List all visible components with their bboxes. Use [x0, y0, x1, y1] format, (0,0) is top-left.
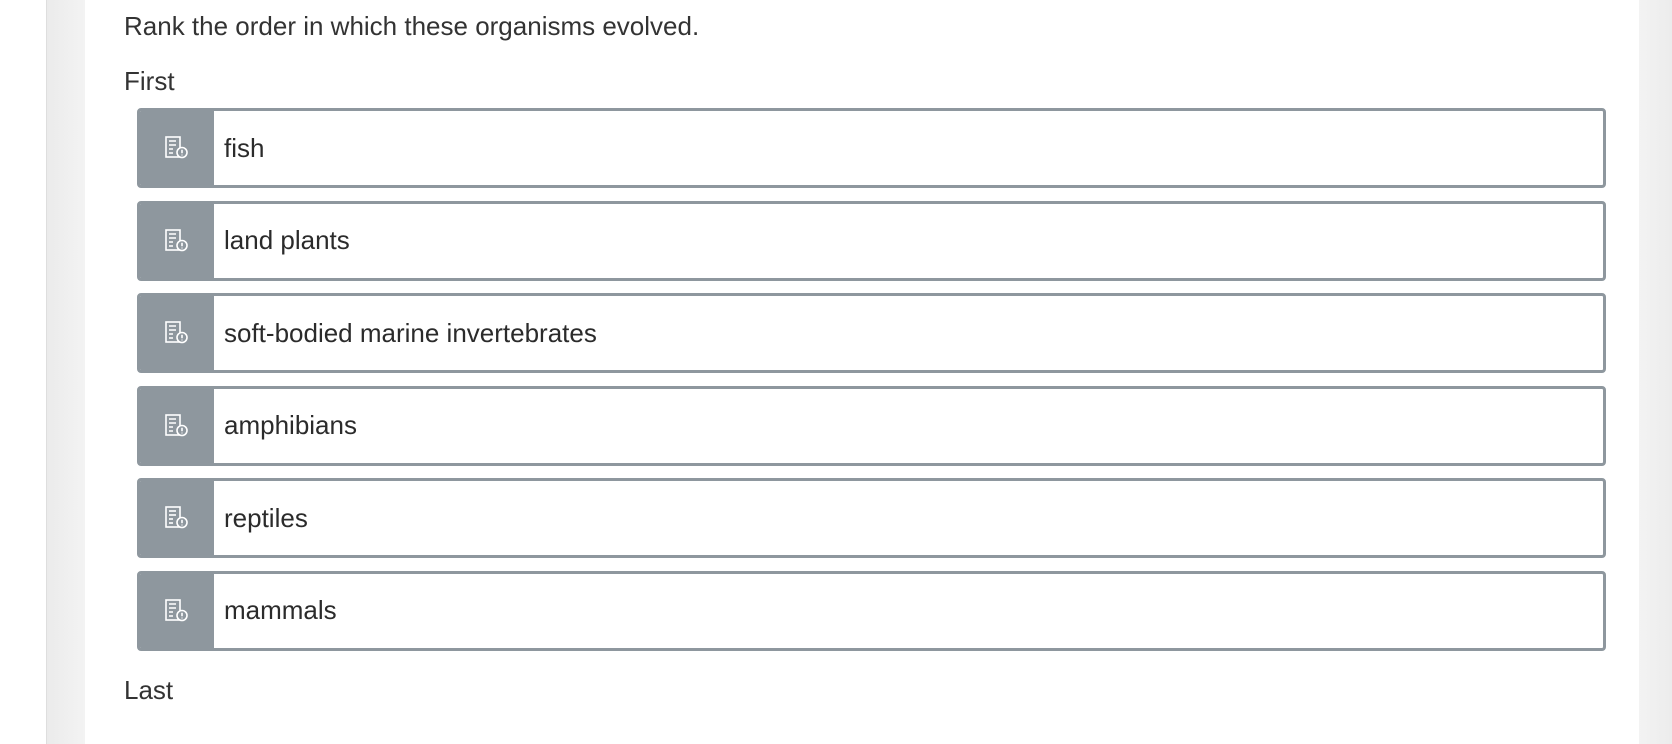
drag-handle-icon	[165, 598, 188, 621]
drag-handle[interactable]	[140, 573, 214, 648]
ranking-item-label: amphibians	[224, 410, 357, 440]
ranking-item[interactable]: amphibians	[137, 385, 1606, 466]
ranking-item[interactable]: land plants	[137, 200, 1606, 281]
drag-handle[interactable]	[140, 203, 214, 278]
drag-handle-icon	[165, 321, 188, 344]
ranking-item-label: land plants	[224, 225, 350, 255]
page-background-right	[1639, 0, 1672, 744]
drag-handle-icon	[165, 228, 188, 251]
ranking-item-label: fish	[224, 132, 265, 163]
ranking-item[interactable]: soft-bodied marine invertebrates	[137, 293, 1606, 373]
ranking-item[interactable]: fish	[137, 108, 1606, 188]
ranking-item[interactable]: mammals	[137, 570, 1606, 651]
rank-last-label: Last	[124, 675, 174, 705]
ranking-item-label: mammals	[224, 595, 337, 625]
drag-handle[interactable]	[140, 111, 214, 185]
drag-handle-icon	[165, 136, 188, 159]
ranking-list: fish land plants soft-bodied marine inve…	[137, 108, 1606, 663]
question-card: Rank the order in which these organisms …	[85, 0, 1639, 744]
drag-handle[interactable]	[140, 296, 214, 370]
rank-first-label: First	[124, 66, 175, 96]
drag-handle[interactable]	[140, 388, 214, 463]
ranking-item[interactable]: reptiles	[137, 478, 1606, 558]
page-background-left	[47, 0, 85, 744]
drag-handle-icon	[165, 506, 188, 529]
left-gutter	[0, 0, 47, 744]
ranking-item-label: reptiles	[224, 502, 308, 533]
drag-handle-icon	[165, 413, 188, 436]
drag-handle[interactable]	[140, 481, 214, 555]
question-prompt: Rank the order in which these organisms …	[124, 11, 700, 41]
ranking-item-label: soft-bodied marine invertebrates	[224, 317, 597, 348]
